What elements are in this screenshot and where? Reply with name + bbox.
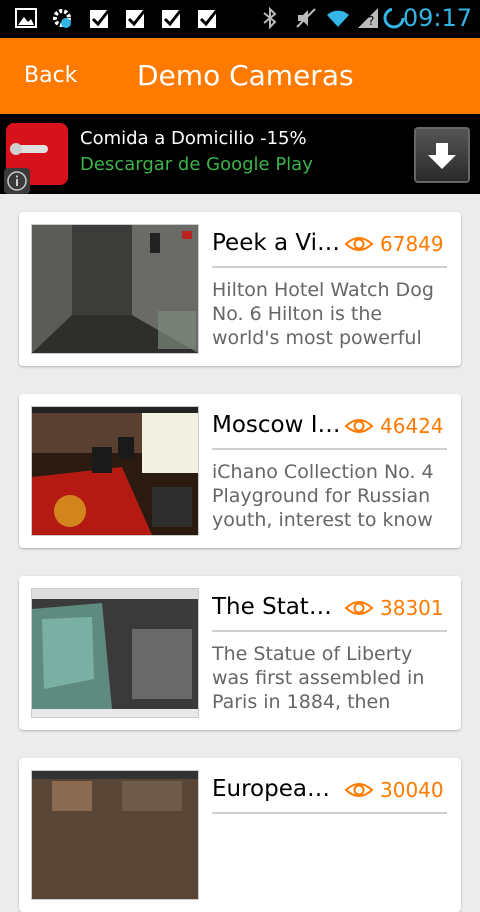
back-button[interactable]: Back xyxy=(0,38,110,114)
camera-name: European… xyxy=(212,776,344,802)
camera-description: Hilton Hotel Watch Dog No. 6 Hilton is t… xyxy=(212,279,434,349)
divider xyxy=(212,812,447,814)
camera-name: Moscow I… xyxy=(212,412,341,438)
camera-card[interactable]: The Statu… 38301 The Statue of Liberty w… xyxy=(19,576,461,730)
checkbox-icon xyxy=(90,9,111,28)
eye-icon xyxy=(344,419,374,433)
eye-icon xyxy=(344,237,374,251)
european-camera-image xyxy=(32,771,198,899)
camera-description: iChano Collection No. 4 Playground for R… xyxy=(212,461,434,531)
ad-info-icon[interactable] xyxy=(4,168,30,194)
bluetooth-icon xyxy=(263,6,277,30)
statue-camera-image xyxy=(32,589,198,717)
camera-thumbnail[interactable] xyxy=(31,588,199,718)
checkbox-icon xyxy=(198,9,219,28)
signal-icon: ? xyxy=(358,8,378,28)
divider xyxy=(212,448,447,450)
view-count-value: 38301 xyxy=(380,596,444,620)
ad-banner[interactable]: Comida a Domicilio -15% Descargar de Goo… xyxy=(0,114,480,194)
download-arrow-icon xyxy=(428,143,456,169)
mute-icon xyxy=(296,8,316,28)
view-count-value: 67849 xyxy=(380,232,444,256)
eye-icon xyxy=(344,601,374,615)
view-count: 30040 xyxy=(344,774,444,806)
image-icon xyxy=(15,8,37,28)
view-count: 46424 xyxy=(344,410,444,442)
action-bar: Back Demo Cameras xyxy=(0,38,480,114)
status-time: 09:17 xyxy=(402,4,472,32)
eye-icon xyxy=(344,783,374,797)
camera-description: The Statue of Liberty was first assemble… xyxy=(212,643,425,713)
divider xyxy=(212,266,447,268)
camera-card[interactable]: Moscow I… 46424 iChano Collection No. 4 … xyxy=(19,394,461,548)
playground-camera-image xyxy=(32,407,198,535)
camera-thumbnail[interactable] xyxy=(31,224,199,354)
page-title: Demo Cameras xyxy=(137,59,354,92)
camera-name: The Statu… xyxy=(212,594,344,620)
status-bar: ? 09:17 xyxy=(0,0,480,38)
view-count-value: 46424 xyxy=(380,414,444,438)
download-button[interactable] xyxy=(414,127,470,183)
camera-thumbnail[interactable] xyxy=(31,406,199,536)
svg-text:?: ? xyxy=(368,14,374,28)
camera-card[interactable]: European… 30040 xyxy=(19,758,461,912)
ad-subtitle: Descargar de Google Play xyxy=(80,154,313,175)
view-count: 67849 xyxy=(344,228,444,260)
view-count-value: 30040 xyxy=(380,778,444,802)
divider xyxy=(212,630,447,632)
view-count: 38301 xyxy=(344,592,444,624)
camera-thumbnail[interactable] xyxy=(31,770,199,900)
wifi-icon xyxy=(327,10,349,27)
settings-sync-icon xyxy=(53,9,71,28)
camera-list[interactable]: Peek a Vie… 67849 Hilton Hotel Watch Dog… xyxy=(0,194,480,912)
checkbox-icon xyxy=(126,9,147,28)
camera-card[interactable]: Peek a Vie… 67849 Hilton Hotel Watch Dog… xyxy=(19,212,461,366)
camera-name: Peek a Vie… xyxy=(212,230,344,256)
ad-title: Comida a Domicilio -15% xyxy=(80,128,307,149)
checkbox-icon xyxy=(162,9,183,28)
elevator-camera-image xyxy=(32,225,198,353)
